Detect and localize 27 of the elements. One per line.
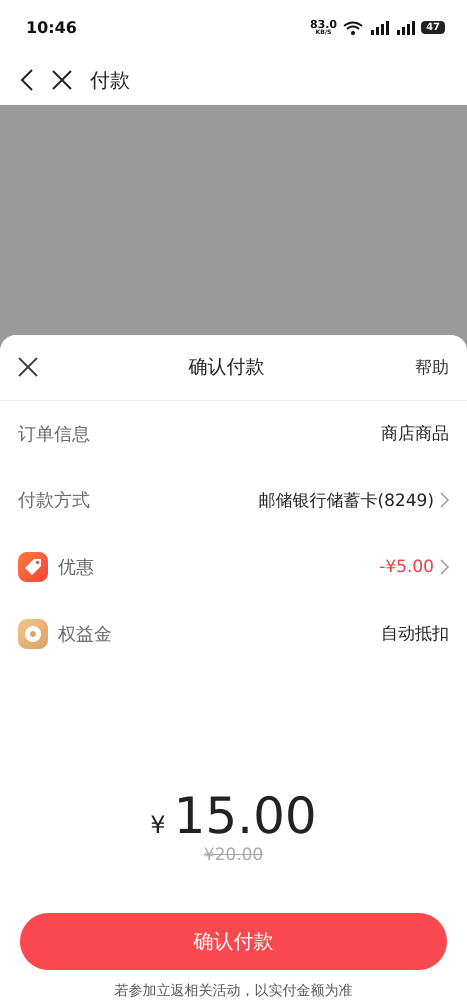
signal-icon — [369, 20, 390, 34]
row-label: 权益金 — [58, 622, 112, 646]
status-time: 10:46 — [26, 18, 77, 37]
wifi-icon — [343, 20, 364, 34]
footnote: 若参加立返相关活动，以实付金额为准 — [114, 982, 354, 1000]
row-label: 付款方式 — [18, 489, 90, 512]
row-value: 自动抵扣 — [381, 623, 449, 646]
sheet-title: 确认付款 — [188, 355, 264, 380]
help-button[interactable]: 帮助 — [415, 356, 449, 379]
row-value[interactable]: 邮储银行储蓄卡(8249) — [258, 488, 434, 512]
close-icon[interactable] — [18, 357, 38, 378]
battery-indicator: 47 — [421, 21, 445, 34]
tag-icon — [18, 552, 48, 582]
payment-amount: 15.00 — [174, 786, 317, 845]
chevron-icon — [440, 492, 449, 508]
close-icon[interactable] — [52, 70, 72, 90]
row-label: 订单信息 — [18, 422, 90, 446]
row-label: 优惠 — [58, 556, 94, 580]
currency-symbol: ¥ — [150, 810, 166, 839]
original-price: ¥20.00 — [204, 844, 264, 865]
chevron-icon — [440, 559, 449, 576]
signal-icon — [395, 20, 416, 34]
row-value: 商店商品 — [381, 423, 449, 446]
coin-icon — [18, 618, 48, 649]
row-value[interactable]: -¥5.00 — [379, 557, 434, 578]
back-icon[interactable] — [20, 69, 34, 91]
page-title: 付款 — [90, 66, 130, 94]
